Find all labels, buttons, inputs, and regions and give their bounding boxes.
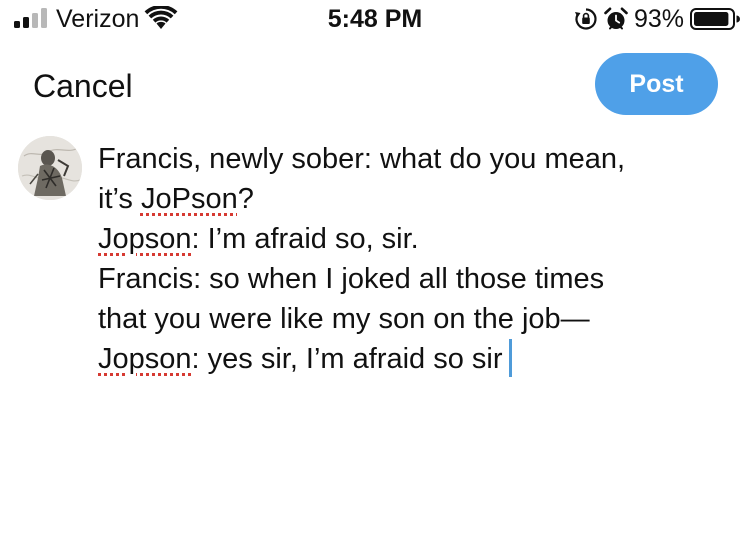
tweet-text-area[interactable]: Francis, newly sober: what do you mean, … <box>98 139 738 379</box>
line-text: ? <box>237 183 254 215</box>
misspelled-word[interactable]: JoPson <box>141 183 238 215</box>
tweet-line: Jopson: yes sir, I’m afraid so sir <box>98 339 738 379</box>
rotation-lock-icon <box>575 8 597 30</box>
cancel-button[interactable]: Cancel <box>33 66 133 106</box>
status-bar: Verizon 5:48 PM 93% <box>0 0 750 40</box>
line-text: Francis, newly sober: what do you mean, <box>98 143 626 175</box>
line-text: : yes sir, I’m afraid so sir <box>191 343 503 375</box>
battery-percentage: 93% <box>634 5 685 33</box>
avatar-icon <box>18 136 82 200</box>
misspelled-word[interactable]: Jopson <box>98 223 192 255</box>
alarm-icon <box>604 7 628 30</box>
tweet-line: Francis, newly sober: what do you mean, <box>98 139 738 179</box>
avatar[interactable] <box>18 136 82 200</box>
line-text: Francis: so when I joked all those times <box>98 263 605 295</box>
line-text: that you were like my son on the job— <box>98 303 590 335</box>
tweet-line: that you were like my son on the job— <box>98 299 738 339</box>
post-button[interactable]: Post <box>595 53 718 115</box>
tweet-line: Francis: so when I joked all those times <box>98 259 738 299</box>
text-cursor <box>508 339 512 377</box>
line-text: it’s <box>98 183 141 215</box>
battery-icon <box>690 8 740 30</box>
line-text: : I’m afraid so, sir. <box>191 223 419 255</box>
tweet-line: Jopson: I’m afraid so, sir. <box>98 219 738 259</box>
misspelled-word[interactable]: Jopson <box>98 343 192 375</box>
tweet-line: it’s JoPson? <box>98 179 738 219</box>
